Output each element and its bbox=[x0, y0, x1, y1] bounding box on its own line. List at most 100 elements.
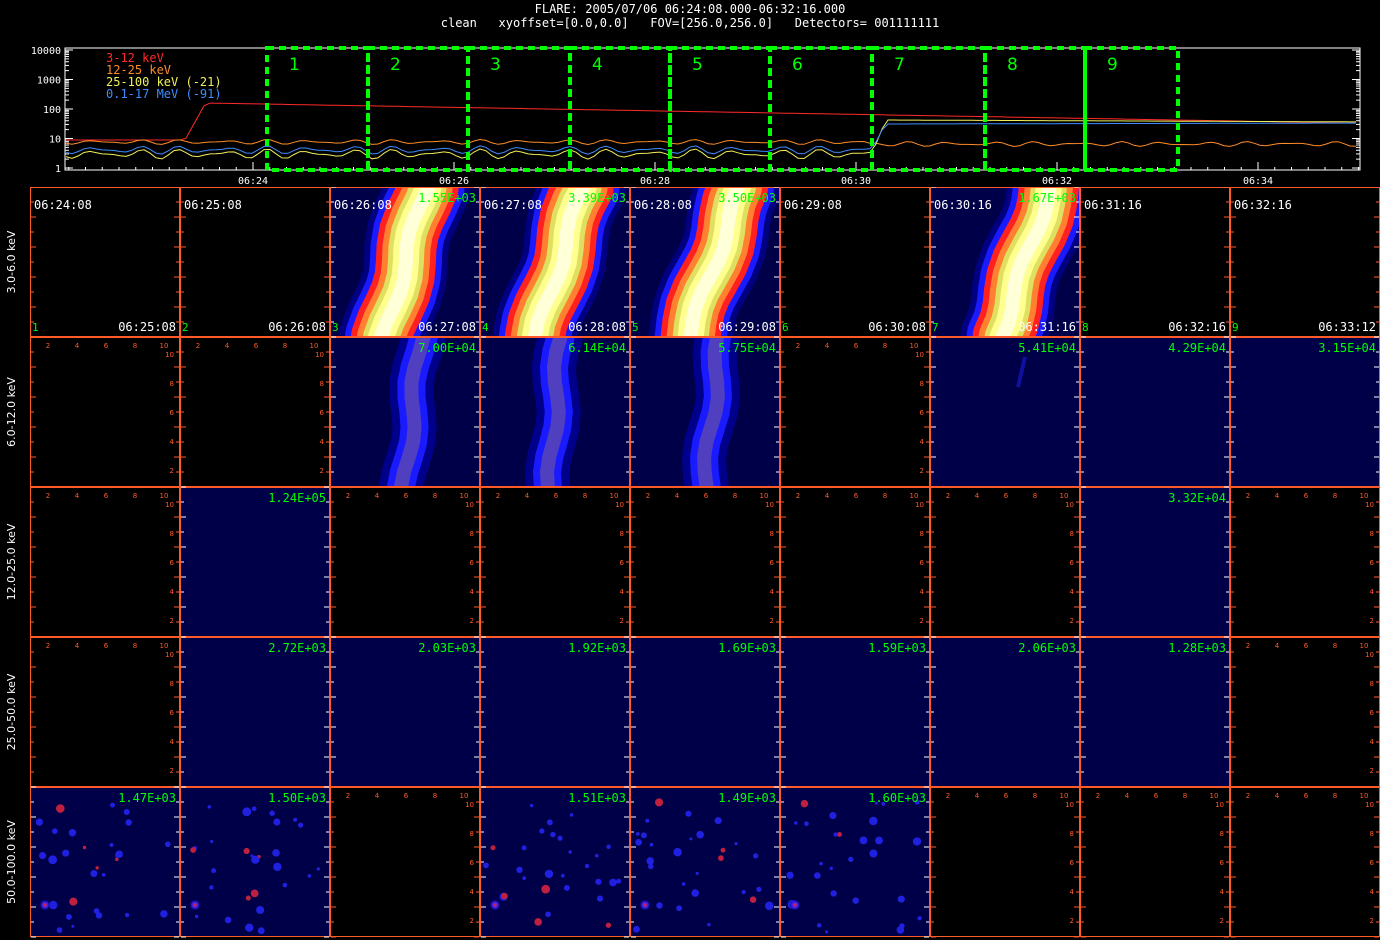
axis-tick-top: 8 bbox=[1033, 492, 1037, 500]
axis-tick-top: 6 bbox=[404, 492, 409, 500]
noise-blob bbox=[501, 892, 508, 900]
axis-tick-side: 8 bbox=[470, 830, 474, 838]
axis-tick-top: 8 bbox=[733, 492, 737, 500]
axis-tick-side: 6 bbox=[920, 409, 925, 417]
panel-background bbox=[780, 787, 930, 937]
axis-tick-top: 6 bbox=[254, 342, 259, 350]
noise-blob bbox=[829, 812, 837, 820]
axis-tick-side: 2 bbox=[170, 617, 174, 625]
axis-tick-top: 2 bbox=[346, 792, 350, 800]
axis-tick-top: 8 bbox=[583, 492, 587, 500]
axis-tick-side: 10 bbox=[615, 501, 624, 509]
axis-tick-side: 10 bbox=[765, 501, 774, 509]
lightcurve-plot: 10000 1000 100 10 1 06:24 06:26 06:28 06:30 06:32… bbox=[31, 46, 1361, 186]
end-time-label: 06:25:08 bbox=[118, 320, 176, 334]
noise-blob bbox=[819, 861, 823, 866]
axis-tick-top: 2 bbox=[1246, 492, 1250, 500]
axis-tick-side: 4 bbox=[1370, 738, 1375, 746]
noise-blob bbox=[595, 853, 599, 858]
noise-blob bbox=[800, 799, 809, 808]
panel-background bbox=[480, 487, 630, 637]
noise-blob bbox=[596, 895, 604, 902]
axis-tick-side: 4 bbox=[170, 588, 175, 596]
noise-blob bbox=[640, 832, 647, 839]
axis-tick-side: 4 bbox=[1370, 588, 1375, 596]
row-energy-label: 12.0-25.0 keV bbox=[5, 523, 18, 600]
interval-box bbox=[265, 46, 370, 172]
bright-blob bbox=[639, 899, 651, 911]
interval-number: 6 bbox=[792, 55, 803, 75]
start-time-label: 06:27:08 bbox=[484, 198, 542, 212]
noise-blob bbox=[109, 842, 114, 847]
axis-tick-top: 2 bbox=[1246, 792, 1250, 800]
axis-tick-side: 4 bbox=[170, 438, 175, 446]
axis-tick-top: 8 bbox=[133, 342, 137, 350]
noise-blob bbox=[110, 802, 115, 808]
axis-tick-side: 2 bbox=[1220, 917, 1224, 925]
panel-background bbox=[630, 487, 780, 637]
noise-blob bbox=[793, 821, 798, 825]
noise-blob bbox=[649, 842, 654, 847]
panel-background bbox=[930, 337, 1080, 487]
flare-title: FLARE: 2005/07/06 06:24:08.000-06:32:16.… bbox=[534, 2, 846, 16]
axis-tick-top: 2 bbox=[646, 492, 650, 500]
noise-blob bbox=[869, 849, 878, 858]
axis-tick-side: 4 bbox=[1070, 588, 1075, 596]
axis-tick-top: 10 bbox=[460, 492, 469, 500]
axis-tick-side: 6 bbox=[920, 559, 925, 567]
axis-tick-top: 10 bbox=[160, 342, 169, 350]
axis-tick-top: 10 bbox=[610, 492, 619, 500]
axis-tick-top: 2 bbox=[46, 342, 50, 350]
max-value-label: 1.51E+03 bbox=[568, 791, 626, 805]
axis-tick-top: 10 bbox=[460, 792, 469, 800]
noise-blob bbox=[522, 876, 527, 880]
interval-box bbox=[366, 46, 470, 172]
axis-tick-side: 6 bbox=[470, 859, 475, 867]
axis-tick-top: 10 bbox=[1060, 492, 1069, 500]
start-time-label: 06:31:16 bbox=[1084, 198, 1142, 212]
noise-blob bbox=[825, 930, 829, 934]
noise-blob bbox=[720, 847, 726, 853]
noise-blob bbox=[899, 923, 905, 929]
axis-tick-side: 4 bbox=[770, 588, 775, 596]
bright-blob bbox=[189, 899, 201, 911]
noise-blob bbox=[633, 925, 640, 933]
axis-tick-top: 4 bbox=[75, 492, 80, 500]
curve-12-25kev bbox=[65, 138, 1357, 148]
panel-background bbox=[1230, 787, 1380, 937]
noise-blob bbox=[224, 916, 232, 924]
panel-background bbox=[930, 637, 1080, 787]
axis-tick-top: 8 bbox=[433, 492, 437, 500]
y-tick-label: 100 bbox=[43, 105, 61, 116]
axis-tick-top: 2 bbox=[946, 792, 950, 800]
interval-number: 5 bbox=[692, 55, 703, 75]
noise-blob bbox=[804, 821, 809, 827]
panel-background bbox=[480, 787, 630, 937]
noise-blob bbox=[194, 914, 199, 919]
axis-tick-side: 2 bbox=[1070, 917, 1074, 925]
interval-number: 8 bbox=[1007, 55, 1018, 75]
axis-tick-top: 8 bbox=[1183, 792, 1187, 800]
end-time-label: 06:33:12 bbox=[1318, 320, 1376, 334]
axis-tick-top: 10 bbox=[1360, 792, 1369, 800]
axis-tick-top: 4 bbox=[1275, 492, 1280, 500]
axis-tick-top: 4 bbox=[375, 492, 380, 500]
panel-background bbox=[1080, 637, 1230, 787]
axis-tick-top: 10 bbox=[160, 642, 169, 650]
noise-blob bbox=[529, 803, 534, 808]
max-value-label: 1.92E+03 bbox=[568, 641, 626, 655]
noise-blob bbox=[250, 889, 259, 898]
noise-blob bbox=[696, 830, 705, 839]
noise-blob bbox=[243, 847, 250, 855]
axis-tick-top: 2 bbox=[796, 492, 800, 500]
max-value-label: 1.60E+03 bbox=[868, 791, 926, 805]
curve-0.1-17mev bbox=[65, 122, 1356, 155]
axis-tick-side: 8 bbox=[170, 530, 174, 538]
axis-tick-top: 4 bbox=[75, 342, 80, 350]
panel-background bbox=[780, 337, 930, 487]
axis-tick-side: 8 bbox=[1070, 530, 1074, 538]
max-value-label: 2.06E+03 bbox=[1018, 641, 1076, 655]
axis-tick-top: 2 bbox=[196, 342, 200, 350]
noise-blob bbox=[210, 839, 214, 844]
noise-blob bbox=[852, 897, 859, 904]
